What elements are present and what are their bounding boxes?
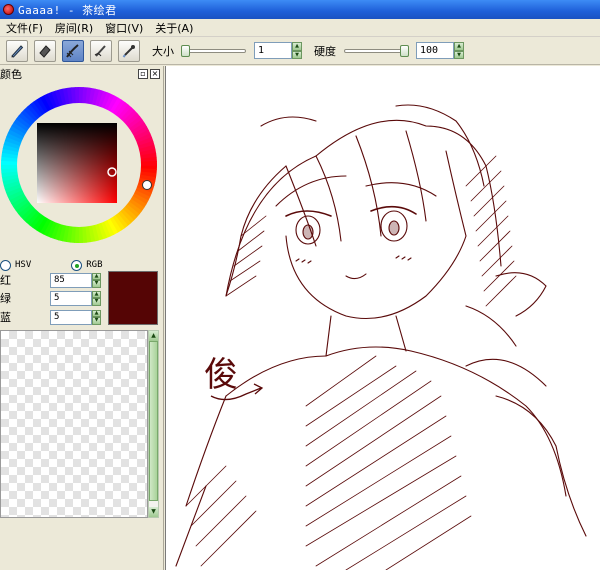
eyedropper-icon [122, 44, 135, 58]
size-stepper[interactable]: 1 ▲ ▼ [254, 42, 302, 59]
eyedropper-tool-button[interactable] [118, 39, 140, 62]
menu-room[interactable]: 房间(R) [49, 20, 99, 36]
brush-icon [66, 43, 79, 58]
up-arrow-icon[interactable]: ▲ [292, 42, 302, 51]
down-arrow-icon[interactable]: ▼ [92, 298, 101, 306]
red-row: 红 85 ▲ ▼ [0, 272, 101, 288]
up-arrow-icon[interactable]: ▲ [92, 272, 101, 280]
rgb-radio[interactable] [71, 259, 83, 271]
red-value[interactable]: 85 [50, 272, 92, 288]
size-slider-thumb[interactable] [181, 44, 190, 57]
blue-value[interactable]: 5 [50, 309, 92, 325]
saturation-value-square[interactable] [37, 123, 117, 203]
toolbar: 大小 1 ▲ ▼ 硬度 100 ▲ ▼ [0, 37, 600, 65]
blur-icon [94, 44, 106, 57]
window-title: Gaaaa! - 茶绘君 [18, 3, 117, 17]
app-icon [3, 4, 14, 15]
down-arrow-icon[interactable]: ▼ [454, 50, 464, 59]
panel-title: 颜色 [0, 68, 22, 81]
red-label: 红 [0, 274, 11, 287]
pen-icon [11, 44, 24, 58]
close-icon[interactable]: × [150, 69, 160, 79]
green-stepper[interactable]: ▲ ▼ [92, 290, 101, 306]
hsv-radio[interactable] [0, 259, 11, 271]
palette-area[interactable] [0, 330, 148, 518]
up-arrow-icon[interactable]: ▲ [454, 42, 464, 51]
size-label: 大小 [152, 44, 174, 58]
panel-header: 颜色 ▫ × [0, 66, 163, 82]
green-label: 绿 [0, 292, 11, 305]
current-color-swatch[interactable] [108, 271, 158, 325]
color-wheel[interactable] [0, 86, 158, 244]
blue-label: 蓝 [0, 311, 11, 324]
pen-tool-button[interactable] [6, 39, 28, 62]
green-value[interactable]: 5 [50, 290, 92, 306]
down-arrow-icon[interactable]: ▼ [92, 317, 101, 325]
down-arrow-icon[interactable]: ▼ [92, 280, 101, 288]
menu-about[interactable]: 关于(A) [149, 20, 199, 36]
palette-scrollbar[interactable]: ▲ ▼ [148, 330, 159, 518]
red-stepper[interactable]: ▲ ▼ [92, 272, 101, 288]
hardness-label: 硬度 [314, 44, 336, 58]
hsv-label: HSV [15, 260, 32, 270]
scroll-down-icon[interactable]: ▼ [149, 507, 158, 517]
hardness-value[interactable]: 100 [416, 42, 454, 59]
blue-row: 蓝 5 ▲ ▼ [0, 309, 101, 325]
size-slider[interactable] [180, 43, 248, 59]
hardness-slider[interactable] [342, 43, 410, 59]
brush-tool-button[interactable] [62, 39, 84, 62]
eraser-icon [39, 44, 51, 58]
down-arrow-icon[interactable]: ▼ [292, 50, 302, 59]
hardness-slider-thumb[interactable] [400, 44, 409, 57]
blur-tool-button[interactable] [90, 39, 112, 62]
handwriting-label: 俊 [204, 355, 238, 395]
eraser-tool-button[interactable] [34, 39, 56, 62]
hue-picker-marker[interactable] [142, 180, 152, 190]
hardness-stepper[interactable]: 100 ▲ ▼ [416, 42, 464, 59]
up-arrow-icon[interactable]: ▲ [92, 290, 101, 298]
drawing-canvas[interactable]: 俊 [165, 66, 600, 570]
menu-bar: 文件(F) 房间(R) 窗口(V) 关于(A) [0, 19, 600, 37]
scrollbar-thumb[interactable] [149, 341, 158, 501]
restore-icon[interactable]: ▫ [138, 69, 148, 79]
sketch: 俊 [175, 104, 587, 570]
size-value[interactable]: 1 [254, 42, 292, 59]
scroll-up-icon[interactable]: ▲ [149, 331, 158, 341]
color-panel: 颜色 ▫ × HSV RGB 红 85 ▲ ▼ 绿 5 ▲ ▼ 蓝 5 ▲ ▼ … [0, 66, 164, 570]
green-row: 绿 5 ▲ ▼ [0, 290, 101, 306]
menu-window[interactable]: 窗口(V) [99, 20, 149, 36]
menu-file[interactable]: 文件(F) [0, 20, 49, 36]
up-arrow-icon[interactable]: ▲ [92, 309, 101, 317]
title-bar: Gaaaa! - 茶绘君 [0, 0, 600, 19]
blue-stepper[interactable]: ▲ ▼ [92, 309, 101, 325]
rgb-label: RGB [86, 260, 103, 270]
